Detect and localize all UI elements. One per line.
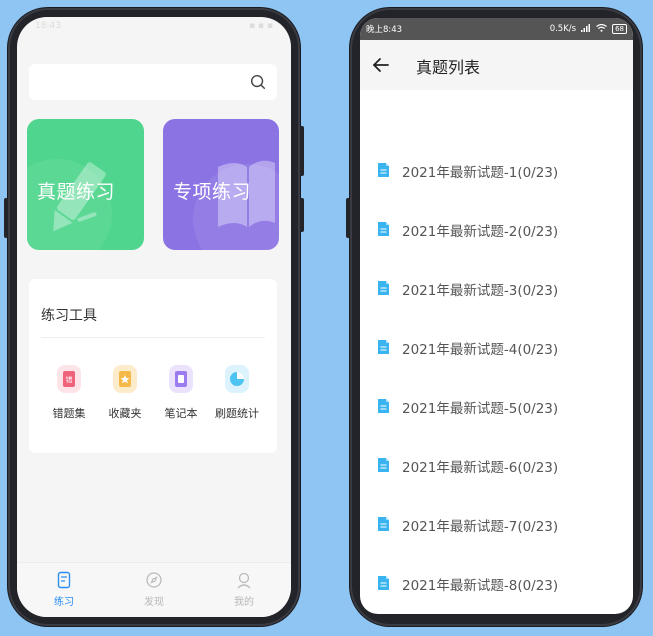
page-title: 真题列表 <box>416 58 481 77</box>
status-bar: 晚上8:43 0.5K/s 68 <box>360 18 633 40</box>
wifi-icon <box>596 23 607 35</box>
real-exam-practice-card[interactable]: 真题练习 <box>27 119 144 250</box>
tool-statistics[interactable]: 刷题统计 <box>209 365 265 421</box>
battery-level: 68 <box>615 25 624 33</box>
status-icons: ▪ ▪ ▪ <box>248 21 273 31</box>
side-button <box>300 198 304 232</box>
tool-label: 刷题统计 <box>215 407 259 420</box>
search-bar[interactable] <box>29 64 277 100</box>
tool-favorites[interactable]: 收藏夹 <box>97 365 153 421</box>
list-item-title: 2021年最新试题-5(0/23) <box>402 401 559 417</box>
tab-label: 我的 <box>234 597 254 608</box>
exam-list-screen: 晚上8:43 0.5K/s 68 真题列表 2021年最新试题-1(0/23) … <box>360 18 633 614</box>
search-icon[interactable] <box>249 73 267 91</box>
list-item[interactable]: 2021年最新试题-1(0/23) <box>360 150 633 190</box>
list-item[interactable]: 2021年最新试题-6(0/23) <box>360 445 633 485</box>
tool-label: 收藏夹 <box>108 407 142 420</box>
wrong-book-icon[interactable]: 错 <box>57 365 81 393</box>
status-indicators: 0.5K/s 68 <box>549 23 627 35</box>
document-icon <box>378 222 389 236</box>
network-speed: 0.5K/s <box>549 24 577 34</box>
home-screen: 18:43 ▪ ▪ ▪ 真题练习 专项练习 练习工具 错 错题集 收藏夹 笔记本… <box>17 17 291 617</box>
document-icon <box>378 399 389 413</box>
list-item[interactable]: 2021年最新试题-7(0/23) <box>360 504 633 544</box>
document-icon <box>378 517 389 531</box>
list-item[interactable]: 2021年最新试题-4(0/23) <box>360 327 633 367</box>
list-item[interactable]: 2021年最新试题-2(0/23) <box>360 209 633 249</box>
list-item-title: 2021年最新试题-6(0/23) <box>402 460 559 476</box>
app-bar: 真题列表 <box>360 40 633 90</box>
divider <box>41 337 265 338</box>
statistics-icon[interactable] <box>225 365 249 393</box>
practice-tools-panel: 练习工具 错 错题集 收藏夹 笔记本 刷题统计 <box>29 279 277 453</box>
tool-label: 笔记本 <box>164 407 198 420</box>
tool-wrong-book[interactable]: 错 错题集 <box>41 365 97 421</box>
document-icon <box>378 281 389 295</box>
document-icon <box>378 163 389 177</box>
side-button <box>346 198 350 238</box>
tab-discover[interactable]: 发现 <box>129 571 179 608</box>
section-title: 练习工具 <box>41 308 97 324</box>
list-item-title: 2021年最新试题-8(0/23) <box>402 578 559 594</box>
list-item[interactable]: 2021年最新试题-3(0/23) <box>360 268 633 308</box>
document-icon <box>378 576 389 590</box>
card-label: 专项练习 <box>173 181 252 203</box>
document-icon <box>378 458 389 472</box>
document-icon <box>378 340 389 354</box>
favorites-icon[interactable] <box>113 365 137 393</box>
battery-icon: 68 <box>612 24 627 34</box>
list-item[interactable]: 2021年最新试题-5(0/23) <box>360 386 633 426</box>
notebook-icon[interactable] <box>169 365 193 393</box>
status-time: 18:43 <box>35 21 61 31</box>
back-arrow-icon[interactable] <box>372 56 390 74</box>
svg-text:错: 错 <box>66 375 73 384</box>
side-button <box>300 126 304 176</box>
bottom-tab-bar: 练习 发现 我的 <box>17 562 291 617</box>
tool-label: 错题集 <box>52 407 86 420</box>
special-practice-card[interactable]: 专项练习 <box>163 119 279 250</box>
side-button <box>4 198 8 238</box>
list-item-title: 2021年最新试题-2(0/23) <box>402 224 559 240</box>
list-item-title: 2021年最新试题-7(0/23) <box>402 519 559 535</box>
list-item-title: 2021年最新试题-1(0/23) <box>402 165 559 181</box>
tab-practice[interactable]: 练习 <box>39 571 89 608</box>
left-phone-frame: 18:43 ▪ ▪ ▪ 真题练习 专项练习 练习工具 错 错题集 收藏夹 笔记本… <box>4 8 304 626</box>
tab-profile[interactable]: 我的 <box>219 571 269 608</box>
discover-icon <box>129 571 179 589</box>
status-bar: 18:43 ▪ ▪ ▪ <box>17 17 291 39</box>
tab-label: 发现 <box>144 597 164 608</box>
list-item-title: 2021年最新试题-4(0/23) <box>402 342 559 358</box>
practice-icon <box>39 571 89 589</box>
status-time: 晚上8:43 <box>366 25 403 35</box>
tab-label: 练习 <box>54 597 74 608</box>
card-label: 真题练习 <box>37 181 116 203</box>
list-item-title: 2021年最新试题-3(0/23) <box>402 283 559 299</box>
right-phone-frame: 晚上8:43 0.5K/s 68 真题列表 2021年最新试题-1(0/23) … <box>346 8 642 626</box>
list-item[interactable]: 2021年最新试题-8(0/23) <box>360 563 633 603</box>
profile-icon <box>219 571 269 589</box>
tool-notebook[interactable]: 笔记本 <box>153 365 209 421</box>
signal-icon <box>581 23 591 35</box>
